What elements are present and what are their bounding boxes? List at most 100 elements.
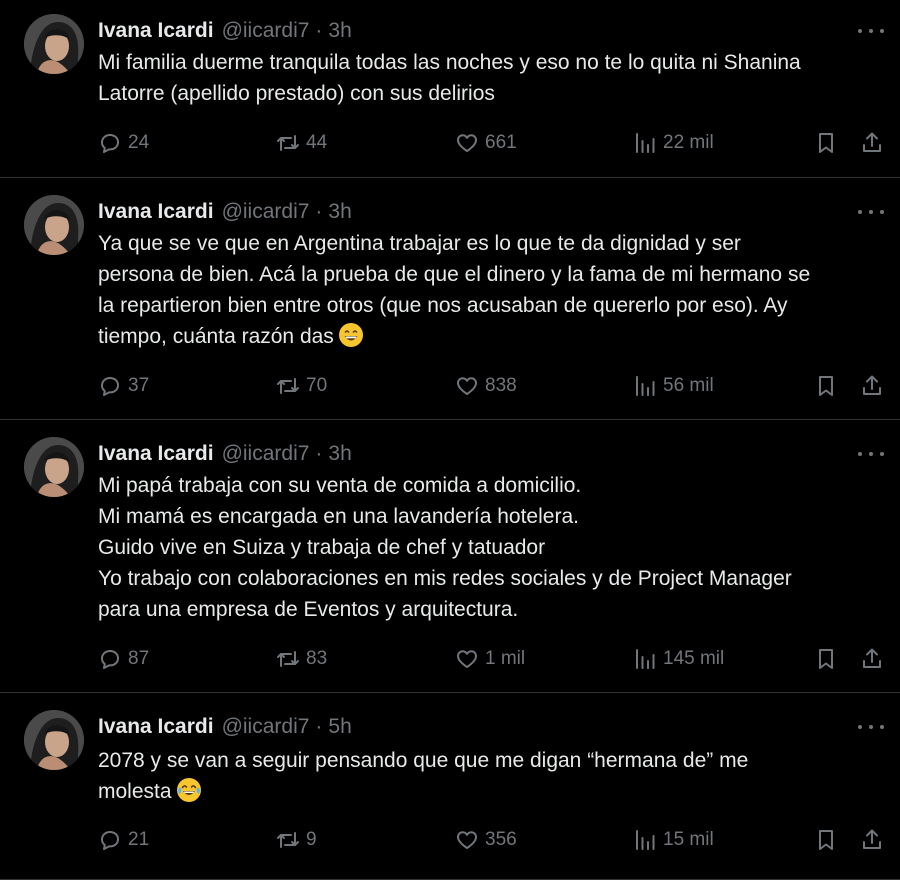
more-options-icon[interactable] xyxy=(858,21,884,41)
author-name[interactable]: Ivana Icardi xyxy=(98,715,214,739)
retweet-arrows-icon xyxy=(277,135,299,151)
tweet-text-line: Ya que se ve que en Argentina trabajar e… xyxy=(98,232,741,255)
like-button[interactable]: 838 xyxy=(455,371,517,401)
timestamp[interactable]: 3h xyxy=(328,200,351,224)
tweet-text: 2078 y se van a seguir pensando que que … xyxy=(98,745,888,807)
retweet-button[interactable]: 9 xyxy=(276,825,317,855)
like-button[interactable]: 661 xyxy=(455,128,517,158)
heart-icon xyxy=(457,134,477,152)
action-bar: 24 44 661 22 mil xyxy=(98,128,888,158)
author-name[interactable]: Ivana Icardi xyxy=(98,200,214,224)
author-handle[interactable]: @iicardi7 xyxy=(222,442,310,466)
tweet-text-segment: tiempo, cuánta razón das xyxy=(98,325,334,348)
view-count: 22 mil xyxy=(663,132,714,153)
tweet-text-line: Mi familia duerme tranquila todas las no… xyxy=(98,51,801,74)
retweet-button[interactable]: 44 xyxy=(276,128,327,158)
bookmark-button[interactable] xyxy=(814,128,838,158)
more-options-icon[interactable] xyxy=(858,717,884,737)
tweet-text: Mi papá trabaja con su venta de comida a… xyxy=(98,470,888,625)
timestamp[interactable]: 3h xyxy=(328,19,351,43)
bar-chart-icon xyxy=(636,830,655,850)
like-button[interactable]: 356 xyxy=(455,825,517,855)
action-bar: 21 9 356 15 mil xyxy=(98,825,888,855)
views-button[interactable]: 145 mil xyxy=(633,644,724,674)
like-button[interactable]: 1 mil xyxy=(455,644,525,674)
author-name[interactable]: Ivana Icardi xyxy=(98,19,214,43)
bookmark-icon xyxy=(819,133,833,153)
share-upload-icon xyxy=(863,829,881,849)
tweet-header: Ivana Icardi @iicardi7 · 3h xyxy=(98,16,352,46)
separator-dot: · xyxy=(315,200,323,223)
tweet-header: Ivana Icardi @iicardi7 · 3h xyxy=(98,439,352,469)
share-button[interactable] xyxy=(860,371,884,401)
reply-button[interactable]: 87 xyxy=(98,644,149,674)
tweet-text: Mi familia duerme tranquila todas las no… xyxy=(98,47,888,109)
retweet-count: 9 xyxy=(306,829,317,850)
share-button[interactable] xyxy=(860,825,884,855)
tweet[interactable]: Ivana Icardi @iicardi7 · 5h 2078 y se va… xyxy=(0,693,900,880)
tweet-text-line: para una empresa de Eventos y arquitectu… xyxy=(98,598,519,621)
bookmark-button[interactable] xyxy=(814,825,838,855)
retweet-count: 44 xyxy=(306,132,328,153)
speech-bubble-icon xyxy=(101,831,119,850)
view-count: 145 mil xyxy=(663,648,725,669)
tweet-text-line: Latorre (apellido prestado) con sus deli… xyxy=(98,82,495,105)
tweet-header: Ivana Icardi @iicardi7 · 3h xyxy=(98,197,352,227)
views-button[interactable]: 56 mil xyxy=(633,371,714,401)
tweet-text-segment: molesta xyxy=(98,780,172,803)
avatar[interactable] xyxy=(24,195,84,255)
avatar[interactable] xyxy=(24,14,84,74)
retweet-button[interactable]: 83 xyxy=(276,644,327,674)
more-options-icon[interactable] xyxy=(858,202,884,222)
avatar[interactable] xyxy=(24,710,84,770)
bar-chart-icon xyxy=(636,649,655,669)
view-count: 56 mil xyxy=(663,375,714,396)
tears-of-joy-face-emoji-icon xyxy=(176,778,201,802)
view-count: 15 mil xyxy=(663,829,714,850)
tweet[interactable]: Ivana Icardi @iicardi7 · 3h Ya que se ve… xyxy=(0,178,900,420)
author-handle[interactable]: @iicardi7 xyxy=(222,715,310,739)
share-upload-icon xyxy=(863,375,881,395)
retweet-button[interactable]: 70 xyxy=(276,371,327,401)
tweet-text-line: 2078 y se van a seguir pensando que que … xyxy=(98,749,749,772)
share-upload-icon xyxy=(863,132,881,152)
tweet-text-line: la repartieron bien entre otros (que nos… xyxy=(98,294,788,317)
tweet-text-line: molesta xyxy=(98,776,888,807)
share-button[interactable] xyxy=(860,128,884,158)
timestamp[interactable]: 5h xyxy=(328,715,351,739)
tweet-text: Ya que se ve que en Argentina trabajar e… xyxy=(98,228,888,352)
bar-chart-icon xyxy=(636,376,655,396)
bookmark-button[interactable] xyxy=(814,644,838,674)
tweet-feed: Ivana Icardi @iicardi7 · 3h Mi familia d… xyxy=(0,0,900,880)
separator-dot: · xyxy=(315,442,323,465)
author-handle[interactable]: @iicardi7 xyxy=(222,19,310,43)
timestamp[interactable]: 3h xyxy=(328,442,351,466)
reply-count: 21 xyxy=(128,829,150,850)
tweet-text-line: Guido vive en Suiza y trabaja de chef y … xyxy=(98,536,546,559)
like-count: 838 xyxy=(485,375,517,396)
share-button[interactable] xyxy=(860,644,884,674)
views-button[interactable]: 15 mil xyxy=(633,825,714,855)
retweet-arrows-icon xyxy=(277,378,299,394)
reply-button[interactable]: 24 xyxy=(98,128,149,158)
like-count: 1 mil xyxy=(485,648,526,669)
more-options-icon[interactable] xyxy=(858,444,884,464)
tweet[interactable]: Ivana Icardi @iicardi7 · 3h Mi familia d… xyxy=(0,0,900,178)
tweet-text-line: Mi papá trabaja con su venta de comida a… xyxy=(98,474,582,497)
reply-count: 24 xyxy=(128,132,150,153)
avatar[interactable] xyxy=(24,437,84,497)
bookmark-button[interactable] xyxy=(814,371,838,401)
retweet-arrows-icon xyxy=(277,832,299,848)
reply-button[interactable]: 37 xyxy=(98,371,149,401)
views-button[interactable]: 22 mil xyxy=(633,128,714,158)
retweet-arrows-icon xyxy=(277,651,299,667)
tweet[interactable]: Ivana Icardi @iicardi7 · 3h Mi papá trab… xyxy=(0,420,900,693)
tweet-text-line: tiempo, cuánta razón das xyxy=(98,321,888,352)
reply-button[interactable]: 21 xyxy=(98,825,149,855)
author-name[interactable]: Ivana Icardi xyxy=(98,442,214,466)
author-handle[interactable]: @iicardi7 xyxy=(222,200,310,224)
heart-icon xyxy=(457,377,477,395)
heart-icon xyxy=(457,650,477,668)
reply-count: 37 xyxy=(128,375,150,396)
tweet-text-line: persona de bien. Acá la prueba de que el… xyxy=(98,263,811,286)
